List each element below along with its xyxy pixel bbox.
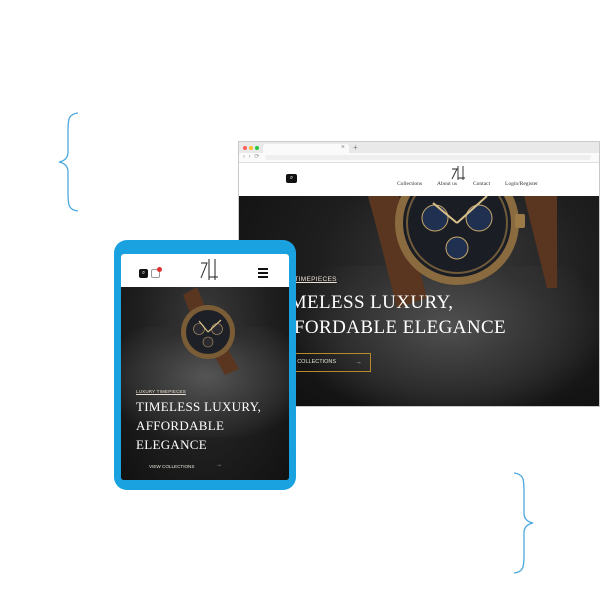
tablet-site-header: ⌕ bbox=[121, 254, 289, 287]
tablet-hero-banner: LUXURY TIMEPIECES TIMELESS LUXURY, AFFOR… bbox=[121, 287, 289, 480]
tablet-mockup: ⌕ LUXURY TIMEPIECES TIMELESS LUXURY, AFF… bbox=[114, 240, 296, 490]
site-header: ⌕ Collections About us Contact Login/Reg… bbox=[239, 163, 599, 196]
hero-headline-line-1: TIMELESS LUXURY, bbox=[136, 399, 262, 414]
hero-headline: IMELESS LUXURY, FFORDABLE ELEGANCE bbox=[283, 290, 506, 340]
search-icon[interactable]: ⌕ bbox=[286, 174, 297, 183]
nav-contact[interactable]: Contact bbox=[473, 181, 490, 187]
cart-icon[interactable] bbox=[151, 267, 162, 278]
url-input[interactable] bbox=[265, 155, 591, 160]
close-window-dot[interactable] bbox=[243, 146, 247, 150]
hero-headline-line-2: FFORDABLE ELEGANCE bbox=[283, 317, 507, 338]
browser-tab[interactable]: × bbox=[263, 144, 349, 153]
hamburger-menu-icon[interactable] bbox=[258, 268, 268, 280]
view-collections-button[interactable]: V COLLECTIONS → bbox=[283, 353, 371, 372]
maximize-window-dot[interactable] bbox=[255, 146, 259, 150]
view-collections-button[interactable]: VIEW COLLECTIONS bbox=[149, 464, 194, 469]
browser-tab-bar: × + bbox=[239, 142, 599, 153]
brand-logo[interactable] bbox=[449, 164, 467, 182]
address-bar: ‹ › ⟳ bbox=[239, 153, 599, 163]
hero-headline-line-1: IMELESS LUXURY, bbox=[283, 292, 454, 313]
main-navigation: Collections About us Contact Login/Regis… bbox=[397, 181, 542, 191]
hero-headline-line-2: AFFORDABLE bbox=[136, 418, 225, 433]
brand-logo[interactable] bbox=[198, 256, 220, 282]
browser-nav-icons[interactable]: ‹ › ⟳ bbox=[243, 153, 260, 162]
minimize-window-dot[interactable] bbox=[249, 146, 253, 150]
new-tab-button[interactable]: + bbox=[353, 142, 358, 153]
hero-eyebrow[interactable]: LUXURY TIMEPIECES bbox=[136, 389, 186, 394]
view-collections-label: V COLLECTIONS bbox=[292, 359, 337, 365]
tab-close-icon[interactable]: × bbox=[341, 143, 345, 152]
right-brace-decoration bbox=[513, 472, 534, 574]
hero-headline: TIMELESS LUXURY, AFFORDABLE ELEGANCE bbox=[136, 397, 261, 454]
cart-badge bbox=[157, 267, 162, 272]
tablet-screen: ⌕ LUXURY TIMEPIECES TIMELESS LUXURY, AFF… bbox=[121, 254, 289, 480]
nav-collections[interactable]: Collections bbox=[397, 181, 422, 187]
hero-headline-line-3: ELEGANCE bbox=[136, 437, 207, 452]
arrow-right-icon[interactable]: → bbox=[216, 462, 222, 468]
nav-about-us[interactable]: About us bbox=[437, 181, 457, 187]
watch-image bbox=[181, 287, 239, 375]
arrow-right-icon: → bbox=[355, 359, 362, 366]
search-icon[interactable]: ⌕ bbox=[139, 269, 148, 278]
nav-login-register[interactable]: Login/Register bbox=[505, 181, 538, 187]
left-brace-decoration bbox=[58, 112, 79, 212]
